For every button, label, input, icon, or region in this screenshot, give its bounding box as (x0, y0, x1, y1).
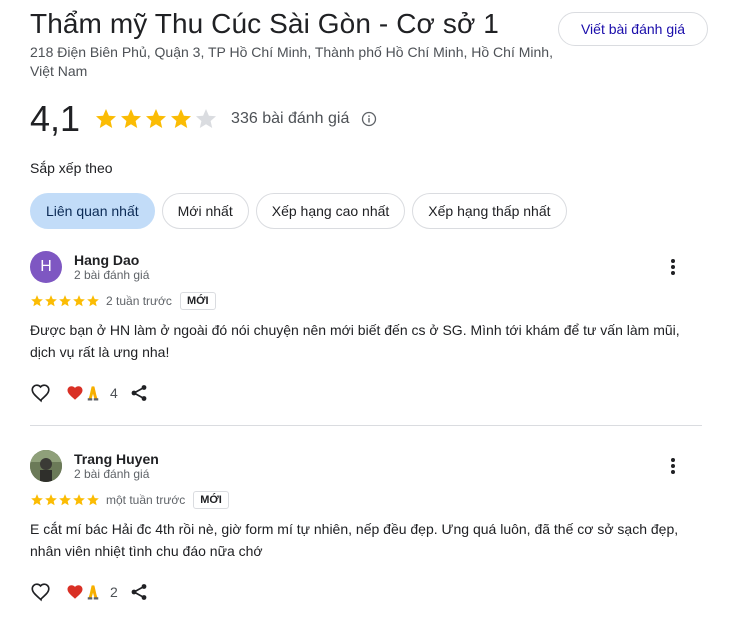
share-icon[interactable] (130, 583, 148, 601)
heart-reaction-icon (67, 386, 83, 400)
heart-reaction-icon (67, 585, 83, 599)
rating-value: 4,1 (30, 98, 81, 139)
sort-chips: Liên quan nhất Mới nhất Xếp hạng cao nhấ… (30, 193, 574, 229)
sort-label: Sắp xếp theo (30, 160, 113, 176)
avatar[interactable] (30, 450, 62, 482)
star-icon (59, 494, 71, 506)
review-date: một tuần trước (106, 493, 186, 507)
heart-outline-icon[interactable] (30, 382, 52, 404)
avatar[interactable]: H (30, 251, 62, 283)
reaction-count: 4 (110, 385, 118, 401)
star-icon (73, 295, 85, 307)
review-count: 336 bài đánh giá (231, 110, 350, 127)
reviewer-name[interactable]: Trang Huyen (74, 451, 159, 467)
sort-chip-highest[interactable]: Xếp hạng cao nhất (255, 193, 406, 229)
star-icon (171, 109, 192, 128)
sort-chip-relevant[interactable]: Liên quan nhất (30, 193, 155, 229)
review-text: E cắt mí bác Hải đc 4th rồi nè, giờ form… (30, 521, 679, 559)
review-meta-row: 2 tuần trước MỚI (30, 291, 216, 311)
star-icon (87, 295, 99, 307)
share-icon[interactable] (130, 384, 148, 402)
review-actions: 2 (30, 580, 148, 604)
reaction-summary[interactable] (66, 384, 102, 402)
rating-stars (94, 107, 219, 131)
avatar-photo (30, 450, 62, 482)
reviewer-name[interactable]: Hang Dao (74, 252, 139, 268)
new-badge: MỚI (179, 292, 216, 310)
star-icon (45, 494, 57, 506)
star-icon (45, 295, 57, 307)
star-icon (87, 494, 99, 506)
star-icon (73, 494, 85, 506)
reaction-summary[interactable] (66, 583, 102, 601)
star-icon (96, 109, 117, 128)
star-empty-icon (196, 109, 217, 128)
info-icon[interactable] (361, 111, 377, 127)
star-icon (146, 109, 167, 128)
review-stars (30, 294, 100, 308)
star-icon (31, 295, 43, 307)
more-vert-icon[interactable] (664, 456, 682, 476)
place-address: 218 Điện Biên Phủ, Quận 3, TP Hồ Chí Min… (30, 44, 553, 79)
more-vert-icon[interactable] (664, 257, 682, 277)
reaction-count: 2 (110, 584, 118, 600)
heart-outline-icon[interactable] (30, 581, 52, 603)
pray-reaction-icon (87, 585, 99, 600)
review-text: Được bạn ở HN làm ở ngoài đó nói chuyện … (30, 322, 680, 360)
reviewer-meta: 2 bài đánh giá (74, 467, 150, 481)
review-divider (30, 425, 702, 426)
pray-reaction-icon (87, 386, 99, 401)
new-badge: MỚI (193, 491, 229, 509)
page-title: Thẩm mỹ Thu Cúc Sài Gòn - Cơ sở 1 (30, 8, 499, 39)
write-review-button[interactable]: Viết bài đánh giá (558, 12, 708, 46)
star-icon (59, 295, 71, 307)
review-meta-row: một tuần trước MỚI (30, 490, 229, 510)
star-icon (121, 109, 142, 128)
review-date: 2 tuần trước (106, 294, 172, 308)
review-actions: 4 (30, 381, 148, 405)
star-icon (31, 494, 43, 506)
sort-chip-newest[interactable]: Mới nhất (161, 193, 249, 229)
sort-chip-lowest[interactable]: Xếp hạng thấp nhất (412, 193, 567, 229)
rating-summary: 4,1 336 bài đánh giá (30, 96, 377, 142)
review-stars (30, 493, 100, 507)
reviewer-meta: 2 bài đánh giá (74, 268, 150, 282)
